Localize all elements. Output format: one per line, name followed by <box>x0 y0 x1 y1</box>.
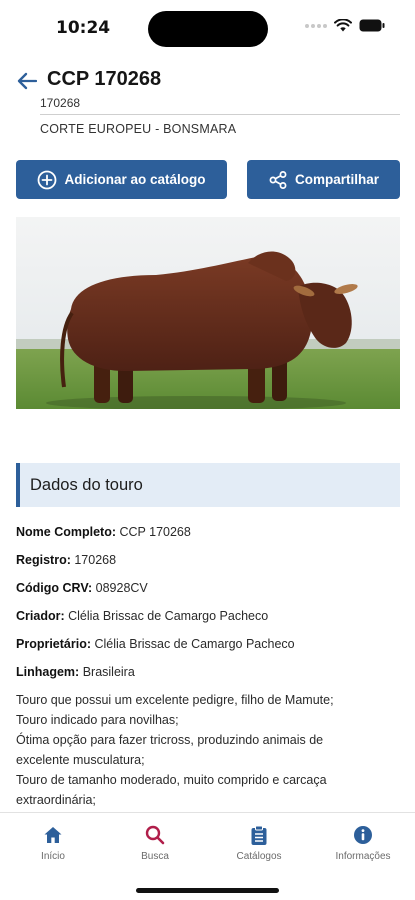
field-label: Nome Completo: <box>16 525 116 539</box>
arrow-left-icon <box>17 72 37 90</box>
field-breeder: Criador: Clélia Brissac de Camargo Pache… <box>16 609 268 623</box>
share-button[interactable]: Compartilhar <box>247 160 400 199</box>
plus-circle-icon <box>38 170 57 189</box>
divider <box>40 114 400 115</box>
description-line: Touro indicado para novilhas; <box>16 713 179 727</box>
status-time: 10:24 <box>56 18 111 38</box>
status-icons <box>305 19 385 32</box>
search-icon <box>145 825 165 845</box>
field-value: Clélia Brissac de Camargo Pacheco <box>94 637 295 651</box>
info-icon <box>354 826 372 844</box>
wifi-icon <box>334 19 352 32</box>
tab-busca[interactable]: Busca <box>110 825 200 862</box>
share-label: Compartilhar <box>294 172 379 187</box>
tab-inicio[interactable]: Início <box>8 825 98 862</box>
tab-informacoes[interactable]: Informações <box>318 825 408 862</box>
description-line: Touro que possui um excelente pedigre, f… <box>16 693 334 707</box>
field-owner: Proprietário: Clélia Brissac de Camargo … <box>16 637 295 651</box>
tab-label: Catálogos <box>236 851 282 862</box>
tab-catalogos[interactable]: Catálogos <box>214 825 304 862</box>
field-value: 08928CV <box>95 581 148 595</box>
description-line: extraordinária; <box>16 793 96 807</box>
field-value: CCP 170268 <box>119 525 191 539</box>
field-label: Registro: <box>16 553 71 567</box>
field-crv-code: Código CRV: 08928CV <box>16 581 148 595</box>
description-line: Ótima opção para fazer tricross, produzi… <box>16 733 324 747</box>
back-button[interactable] <box>14 68 40 94</box>
field-full-name: Nome Completo: CCP 170268 <box>16 525 191 539</box>
bull-photo <box>16 217 400 409</box>
registration-number: 170268 <box>40 96 81 110</box>
description-line: Touro de tamanho moderado, muito comprid… <box>16 773 327 787</box>
bull-description: Touro que possui um excelente pedigre, f… <box>16 690 396 810</box>
tab-label: Busca <box>141 851 169 862</box>
field-label: Criador: <box>16 609 65 623</box>
catalog-icon <box>251 825 267 845</box>
signal-icon <box>305 23 327 28</box>
section-header: Dados do touro <box>16 463 400 507</box>
field-value: 170268 <box>74 553 117 567</box>
tab-bar: Início Busca Catálogos Informações <box>0 812 415 900</box>
dynamic-island <box>148 11 268 47</box>
share-icon <box>269 170 287 189</box>
add-to-catalog-label: Adicionar ao catálogo <box>64 172 206 187</box>
tab-label: Informações <box>335 851 391 862</box>
home-indicator <box>136 888 279 893</box>
field-lineage: Linhagem: Brasileira <box>16 665 135 679</box>
field-value: Brasileira <box>82 665 135 679</box>
lineage-label: CORTE EUROPEU - BONSMARA <box>40 122 237 136</box>
home-icon <box>44 827 62 843</box>
status-bar: 10:24 <box>0 0 415 56</box>
battery-icon <box>359 19 385 32</box>
page-title: CCP 170268 <box>47 68 162 90</box>
field-value: Clélia Brissac de Camargo Pacheco <box>68 609 269 623</box>
field-label: Código CRV: <box>16 581 93 595</box>
field-label: Linhagem: <box>16 665 80 679</box>
section-title: Dados do touro <box>30 476 143 494</box>
description-line: excelente musculatura; <box>16 753 145 767</box>
field-registration: Registro: 170268 <box>16 553 116 567</box>
tab-label: Início <box>41 851 65 862</box>
add-to-catalog-button[interactable]: Adicionar ao catálogo <box>16 160 227 199</box>
field-label: Proprietário: <box>16 637 92 651</box>
